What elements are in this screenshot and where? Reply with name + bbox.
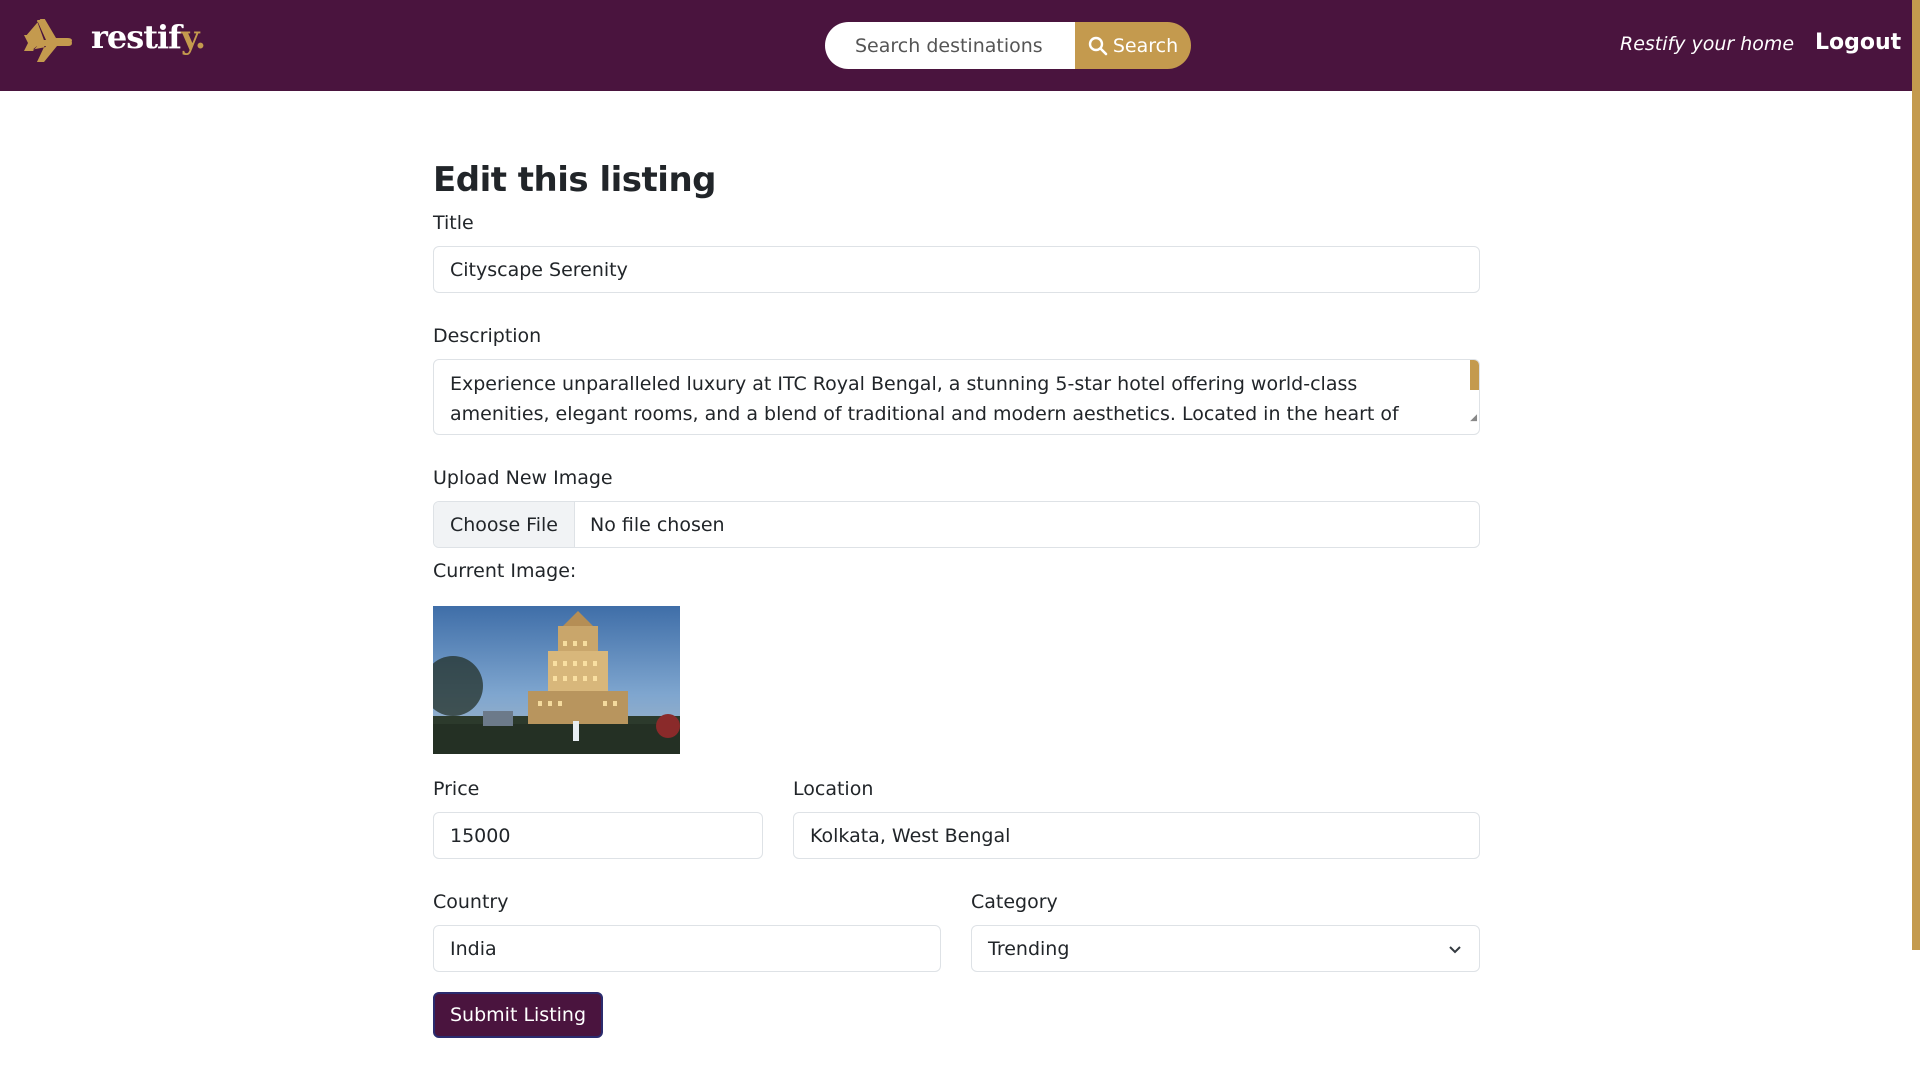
brand-logo[interactable]: restify. [91, 18, 206, 56]
title-label: Title [433, 212, 474, 234]
search-input[interactable] [825, 22, 1075, 69]
country-field: Country India [433, 891, 941, 972]
price-input[interactable]: 15000 [433, 812, 763, 859]
country-input[interactable]: India [433, 925, 941, 972]
country-label: Country [433, 891, 509, 913]
restify-your-home-link[interactable]: Restify your home [1620, 33, 1794, 55]
search-form: Search [825, 22, 1191, 69]
location-input-value: Kolkata, West Bengal [810, 824, 1011, 847]
description-label: Description [433, 325, 542, 347]
title-input[interactable]: Cityscape Serenity [433, 246, 1480, 293]
search-button[interactable]: Search [1075, 22, 1191, 69]
description-field: Description Experience unparalleled luxu… [433, 325, 1480, 435]
search-icon [1088, 36, 1108, 55]
file-input[interactable]: Choose File No file chosen [433, 501, 1480, 548]
category-label: Category [971, 891, 1058, 913]
price-field: Price 15000 [433, 778, 763, 859]
brand-tail: y. [180, 18, 206, 56]
choose-file-button[interactable]: Choose File [434, 502, 575, 547]
chevron-down-icon [1449, 945, 1461, 953]
country-input-value: India [450, 937, 497, 960]
location-label: Location [793, 778, 874, 800]
description-value: Experience unparalleled luxury at ITC Ro… [450, 373, 1449, 434]
edit-listing-form: Edit this listing Title Cityscape Sereni… [433, 160, 1480, 1038]
file-status-text: No file chosen [589, 513, 725, 536]
description-textarea[interactable]: Experience unparalleled luxury at ITC Ro… [433, 359, 1480, 435]
category-field: Category Trending [971, 891, 1480, 972]
price-label: Price [433, 778, 480, 800]
submit-listing-button[interactable]: Submit Listing [433, 992, 604, 1038]
page-scrollbar[interactable] [1912, 0, 1920, 950]
resize-handle-icon[interactable]: ◢ [1470, 403, 1477, 433]
current-listing-image [433, 606, 680, 754]
search-button-label: Search [1112, 34, 1179, 57]
current-image-label: Current Image: [433, 560, 577, 582]
brand-text: restif [91, 18, 182, 56]
price-location-row: Price 15000 Location Kolkata, West Benga… [433, 778, 1480, 859]
location-input[interactable]: Kolkata, West Bengal [793, 812, 1480, 859]
upload-label: Upload New Image [433, 467, 613, 489]
category-select[interactable]: Trending [971, 925, 1480, 972]
country-category-row: Country India Category Trending [433, 891, 1480, 972]
category-select-value: Trending [988, 937, 1070, 960]
title-input-value: Cityscape Serenity [450, 258, 628, 281]
price-input-value: 15000 [450, 824, 511, 847]
upload-field: Upload New Image Choose File No file cho… [433, 467, 1480, 548]
airplane-logo-icon[interactable] [23, 19, 72, 62]
location-field: Location Kolkata, West Bengal [793, 778, 1480, 859]
page-title: Edit this listing [433, 160, 717, 200]
logout-link[interactable]: Logout [1815, 30, 1901, 55]
textarea-scrollbar[interactable] [1470, 360, 1479, 390]
navbar: restify. Search Restify your home Logout [0, 0, 1912, 91]
title-field: Title Cityscape Serenity [433, 212, 1480, 293]
